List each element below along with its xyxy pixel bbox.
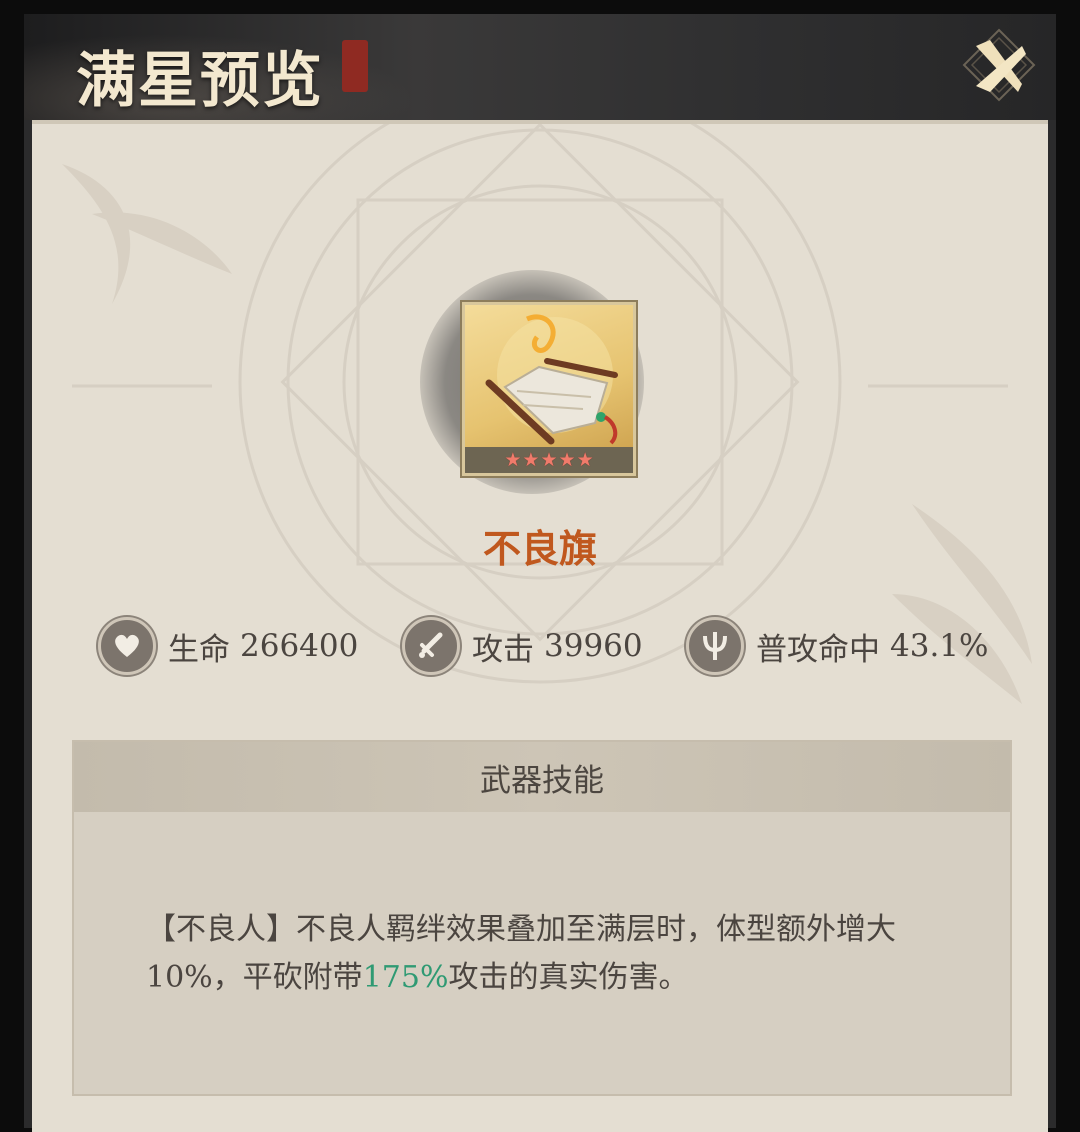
skill-highlight-value: 175% [362, 960, 449, 995]
star-icon: ★ [540, 448, 558, 471]
preview-dialog: 满星预览 ★ ★ ★ ★ ★ 不良旗 生命 266400 攻击 39960 普攻… [24, 14, 1056, 1132]
close-button[interactable] [960, 26, 1038, 104]
stat-label: 生命 [168, 631, 230, 668]
stat-value: 39960 [544, 628, 643, 664]
dialog-title: 满星预览 [76, 46, 324, 116]
skill-description: 【不良人】不良人羁绊效果叠加至满层时，体型额外增大10%，平砍附带175%攻击的… [146, 906, 946, 1002]
skill-text-after: 攻击的真实伤害。 [448, 960, 689, 995]
scroll-flag-icon [485, 314, 618, 445]
stat-attack: 攻击 39960 [402, 617, 643, 675]
weapon-skill-box: 武器技能 【不良人】不良人羁绊效果叠加至满层时，体型额外增大10%，平砍附带17… [72, 740, 1012, 1096]
star-rating: ★ ★ ★ ★ ★ [465, 447, 633, 473]
star-icon: ★ [558, 448, 576, 471]
item-card[interactable]: ★ ★ ★ ★ ★ [462, 302, 636, 476]
red-seal-stamp [342, 40, 368, 92]
heart-icon [98, 617, 156, 675]
star-icon: ★ [522, 448, 540, 471]
star-icon: ★ [576, 448, 594, 471]
star-icon: ★ [504, 448, 522, 471]
item-name: 不良旗 [482, 526, 597, 571]
stat-hp: 生命 266400 [98, 617, 359, 675]
close-icon [962, 28, 1036, 102]
content-panel: ★ ★ ★ ★ ★ 不良旗 生命 266400 攻击 39960 普攻命中 43… [32, 120, 1048, 1132]
sword-icon [402, 617, 460, 675]
stat-value: 43.1% [890, 628, 989, 664]
stat-value: 266400 [240, 628, 359, 664]
stat-hit-rate: 普攻命中 43.1% [686, 617, 989, 675]
stat-label: 攻击 [472, 631, 534, 668]
stat-label: 普攻命中 [756, 631, 880, 668]
trident-icon [686, 617, 744, 675]
skill-heading: 武器技能 [74, 742, 1010, 812]
dialog-header: 满星预览 [24, 14, 1056, 120]
